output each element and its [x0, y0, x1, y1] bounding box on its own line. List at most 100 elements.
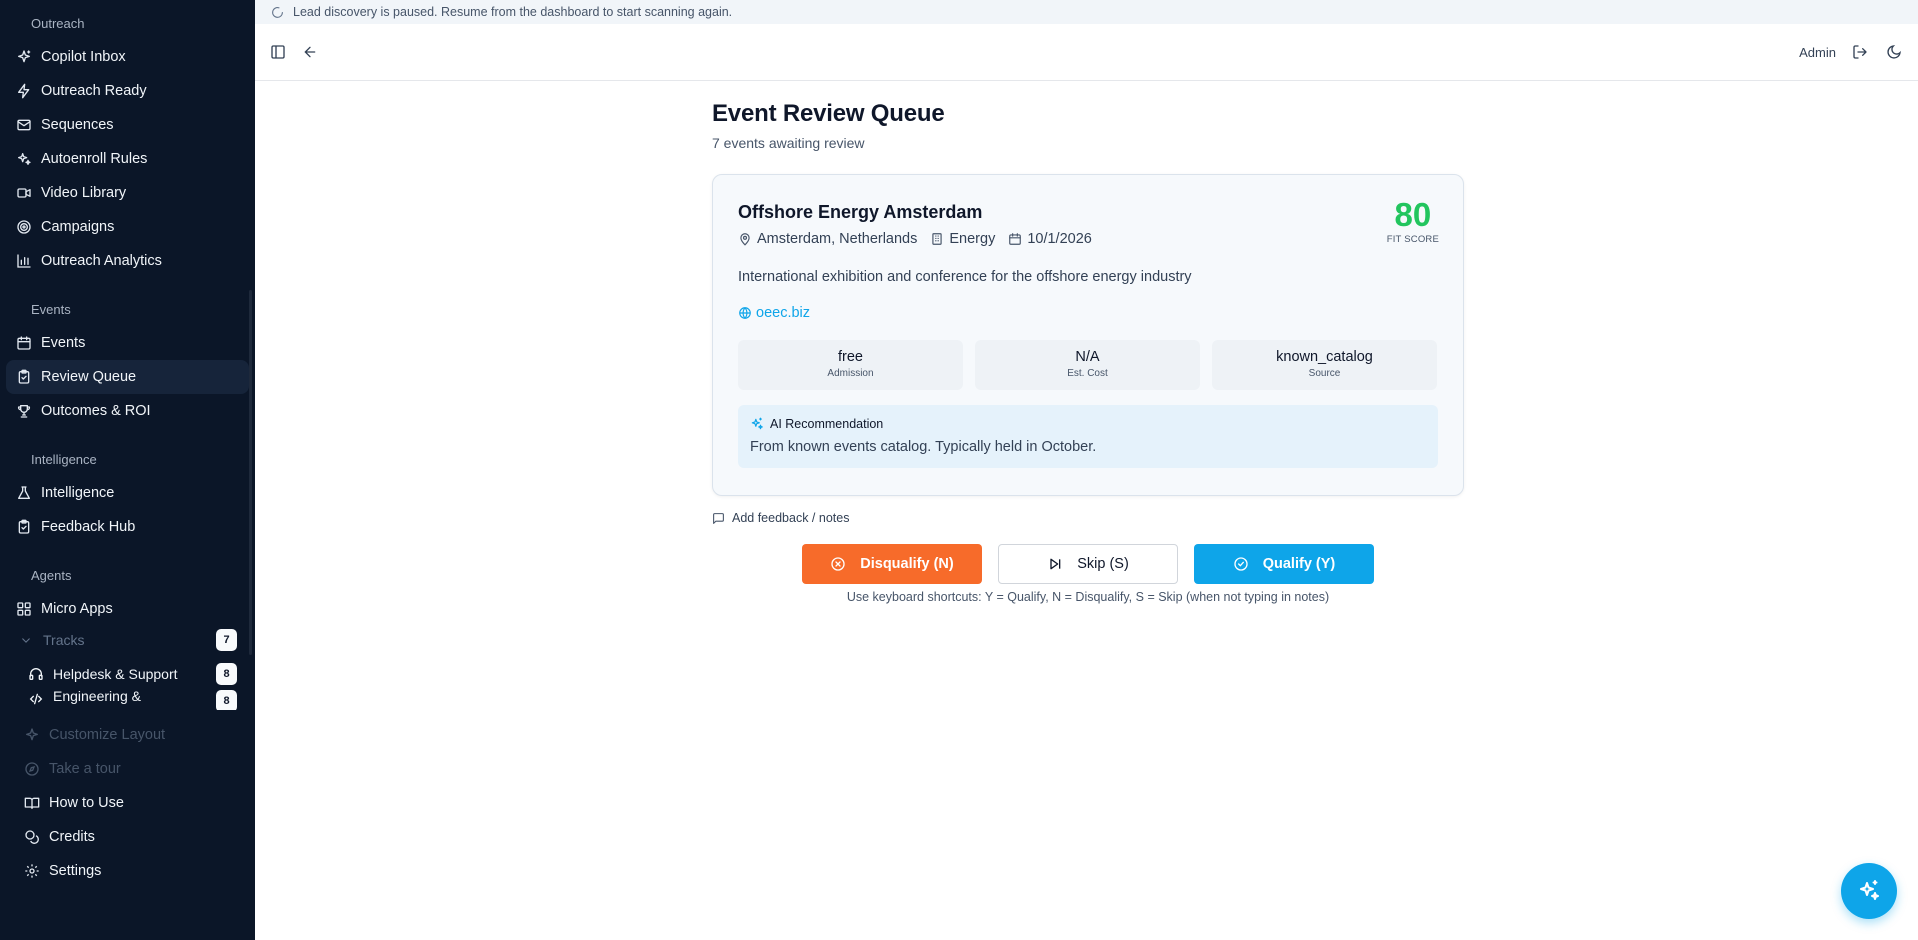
- stat-value: N/A: [1075, 349, 1100, 365]
- sidebar-section-events: Events: [31, 301, 71, 317]
- disqualify-label: Disqualify (N): [860, 556, 954, 572]
- sidebar-item-label: Helpdesk & Support: [53, 666, 178, 682]
- sparkles-icon: [18, 153, 31, 165]
- sidebar-item-autoenroll-rules[interactable]: Autoenroll Rules: [6, 142, 249, 176]
- map-pin-icon: [740, 233, 750, 246]
- clipboard-check-icon: [18, 369, 30, 384]
- sidebar-item-label: Take a tour: [49, 761, 121, 777]
- skip-label: Skip (S): [1077, 556, 1129, 572]
- fit-score: 80 FIT SCORE: [1387, 196, 1439, 246]
- sidebar-item-video-library[interactable]: Video Library: [6, 176, 249, 210]
- code-icon: [29, 693, 43, 705]
- event-name: Offshore Energy Amsterdam: [738, 202, 983, 222]
- sidebar-item-outreach-analytics[interactable]: Outreach Analytics: [6, 244, 249, 278]
- skip-button[interactable]: Skip (S): [998, 544, 1178, 584]
- stat-label: Est. Cost: [1067, 368, 1108, 379]
- globe-icon: [739, 307, 751, 319]
- sidebar-scrollbar[interactable]: [249, 290, 252, 655]
- skip-forward-icon: [1050, 558, 1061, 570]
- sparkle-icon: [18, 50, 31, 63]
- page-title: Event Review Queue: [712, 100, 945, 127]
- user-name: Admin: [1799, 44, 1836, 60]
- add-feedback-label: Add feedback / notes: [732, 511, 850, 525]
- stat-est-cost: N/A Est. Cost: [975, 340, 1200, 390]
- sidebar-item-label: Sequences: [41, 117, 114, 133]
- check-circle-icon: [1234, 557, 1248, 571]
- sidebar-item-feedback-hub[interactable]: Feedback Hub: [6, 510, 249, 544]
- tracks-count-badge: 7: [216, 629, 237, 651]
- grid-icon: [17, 602, 31, 616]
- notice-text: Lead discovery is paused. Resume from th…: [293, 5, 733, 19]
- sidebar-item-tracks[interactable]: Tracks 7: [12, 626, 237, 654]
- sidebar-section-intelligence: Intelligence: [31, 451, 97, 467]
- ai-recommendation-header: AI Recommendation: [750, 417, 883, 431]
- disqualify-button[interactable]: Disqualify (N): [802, 544, 982, 584]
- event-industry-text: Energy: [949, 231, 996, 247]
- bar-chart-icon: [17, 254, 31, 268]
- event-date-text: 10/1/2026: [1027, 231, 1092, 247]
- sidebar-item-copilot-inbox[interactable]: Copilot Inbox: [6, 40, 249, 74]
- sparkle-icon: [26, 728, 38, 741]
- sidebar-item-label: Engineering &: [53, 688, 141, 704]
- qualify-button[interactable]: Qualify (Y): [1194, 544, 1374, 584]
- ai-recommendation: AI Recommendation From known events cata…: [738, 405, 1438, 468]
- sidebar-item-label: Tracks: [43, 632, 85, 648]
- event-industry: Energy: [930, 231, 995, 247]
- target-icon: [17, 220, 31, 234]
- sidebar-item-intelligence[interactable]: Intelligence: [6, 476, 249, 510]
- sidebar-item-micro-apps[interactable]: Micro Apps: [6, 592, 249, 626]
- logout-button[interactable]: [1850, 42, 1870, 62]
- add-feedback-toggle[interactable]: Add feedback / notes: [712, 511, 849, 525]
- sidebar-item-take-a-tour[interactable]: Take a tour: [6, 752, 249, 786]
- ai-recommendation-text: From known events catalog. Typically hel…: [750, 439, 1097, 455]
- theme-toggle-button[interactable]: [1884, 42, 1904, 62]
- event-website-link[interactable]: oeec.biz: [738, 305, 810, 321]
- x-circle-icon: [831, 557, 845, 571]
- sidebar-item-label: Micro Apps: [41, 601, 113, 617]
- moon-icon: [1887, 45, 1901, 59]
- clipboard-check-icon: [18, 519, 30, 534]
- building-icon: [932, 233, 943, 245]
- sidebar-item-settings[interactable]: Settings: [6, 854, 249, 888]
- ai-assistant-button[interactable]: [1841, 863, 1897, 919]
- sidebar-item-outreach-ready[interactable]: Outreach Ready: [6, 74, 249, 108]
- sidebar-item-label: Video Library: [41, 185, 127, 201]
- event-description: International exhibition and conference …: [738, 269, 1192, 285]
- sidebar-item-label: Copilot Inbox: [41, 49, 126, 65]
- sidebar-item-label: Events: [41, 335, 86, 351]
- sidebar-item-outcomes-roi[interactable]: Outcomes & ROI: [6, 394, 249, 428]
- sidebar-item-customize-layout[interactable]: Customize Layout: [6, 718, 249, 752]
- back-button[interactable]: [300, 42, 320, 62]
- main-content: Event Review Queue 7 events awaiting rev…: [712, 100, 1464, 604]
- stat-label: Admission: [827, 368, 874, 379]
- sidebar-section-outreach: Outreach: [31, 15, 85, 31]
- sidebar-item-review-queue[interactable]: Review Queue: [6, 360, 249, 394]
- sidebar-item-credits[interactable]: Credits: [6, 820, 249, 854]
- sidebar-toggle-icon: [271, 45, 285, 59]
- event-stats: free Admission N/A Est. Cost known_catal…: [738, 340, 1437, 390]
- calendar-icon: [1009, 233, 1022, 245]
- lightning-icon: [18, 83, 30, 99]
- sidebar-item-label: Feedback Hub: [41, 519, 136, 535]
- sidebar-item-label: Review Queue: [41, 369, 137, 385]
- sidebar-item-helpdesk-support[interactable]: Helpdesk & Support 8: [22, 660, 237, 688]
- sidebar: Outreach Copilot Inbox Outreach Ready Se…: [0, 0, 255, 940]
- loader-icon: [272, 6, 283, 18]
- sidebar-item-label: Outreach Analytics: [41, 253, 162, 269]
- calendar-icon: [17, 336, 31, 350]
- sidebar-item-engineering[interactable]: Engineering & 8: [22, 688, 237, 710]
- sidebar-item-events[interactable]: Events: [6, 326, 249, 360]
- sparkles-icon: [751, 417, 763, 430]
- toggle-sidebar-button[interactable]: [268, 42, 288, 62]
- mail-icon: [17, 119, 31, 131]
- track-count-badge: 8: [216, 690, 237, 710]
- headphones-icon: [29, 668, 43, 680]
- stat-admission: free Admission: [738, 340, 963, 390]
- sidebar-item-label: Credits: [49, 829, 95, 845]
- sidebar-item-campaigns[interactable]: Campaigns: [6, 210, 249, 244]
- sidebar-item-how-to-use[interactable]: How to Use: [6, 786, 249, 820]
- event-website-text: oeec.biz: [756, 305, 811, 321]
- qualify-label: Qualify (Y): [1262, 556, 1336, 572]
- fit-score-value: 80: [1394, 196, 1432, 233]
- sidebar-item-sequences[interactable]: Sequences: [6, 108, 249, 142]
